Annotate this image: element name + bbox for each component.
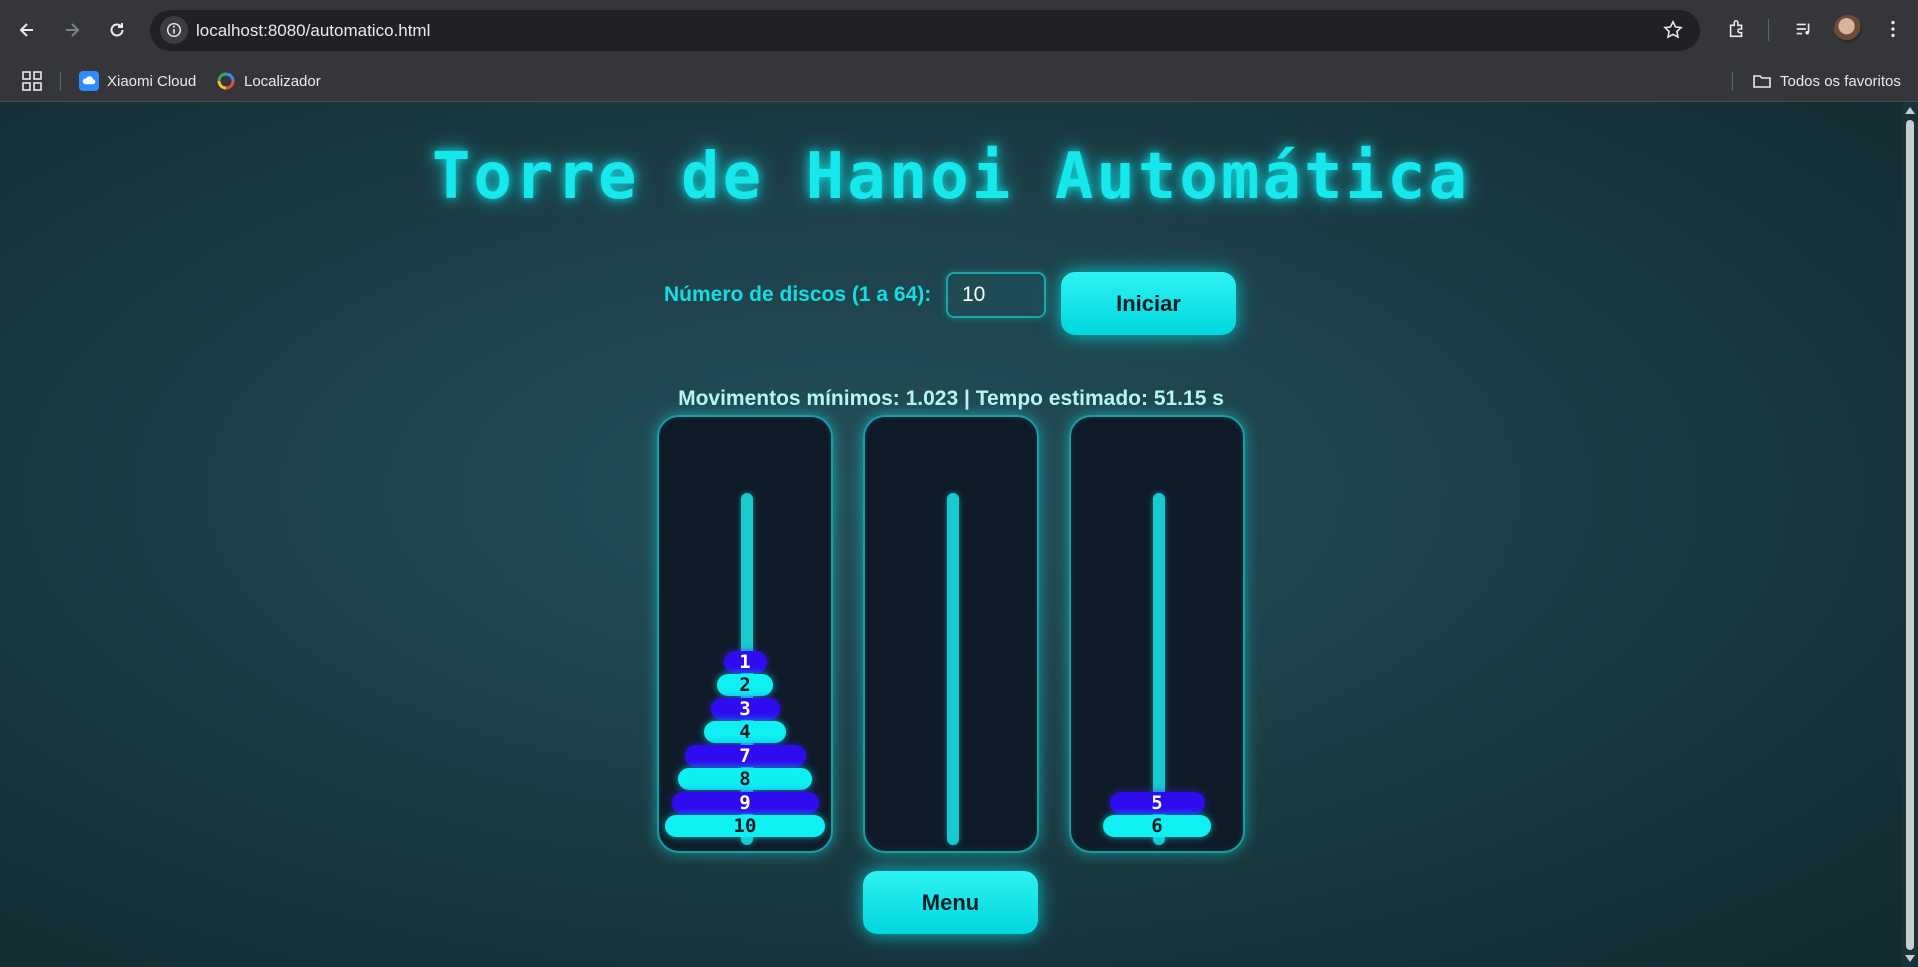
- scroll-up-arrow-icon[interactable]: [1905, 107, 1915, 114]
- back-button[interactable]: [11, 14, 43, 46]
- back-arrow-icon: [19, 23, 33, 37]
- menu-kebab-icon[interactable]: [1880, 16, 1906, 42]
- scrollbar-thumb[interactable]: [1906, 120, 1914, 950]
- bookmark-label: Localizador: [244, 72, 321, 90]
- bookmarks-bar: Xiaomi Cloud Localizador Todos os favori…: [0, 60, 1918, 102]
- disk-3: 3: [710, 697, 780, 720]
- disk-10: 10: [665, 815, 825, 837]
- disk-2: 2: [717, 674, 773, 696]
- disc-count-input[interactable]: [946, 272, 1046, 318]
- folder-icon: [1752, 71, 1772, 91]
- bookmark-star-icon[interactable]: [1662, 19, 1684, 41]
- tower-b: [863, 415, 1039, 853]
- tower-c: 56: [1069, 415, 1245, 853]
- tower-rod: [947, 493, 959, 845]
- address-bar[interactable]: localhost:8080/automatico.html: [150, 10, 1700, 51]
- bookmark-localizador[interactable]: Localizador: [216, 69, 321, 93]
- all-bookmarks-label: Todos os favoritos: [1780, 72, 1901, 90]
- forward-button[interactable]: [56, 14, 88, 46]
- profile-avatar[interactable]: [1834, 15, 1862, 43]
- forward-arrow-icon: [66, 23, 80, 37]
- disk-6: 6: [1103, 815, 1211, 837]
- reload-icon: [110, 23, 124, 37]
- disk-7: 7: [684, 744, 806, 767]
- url-text: localhost:8080/automatico.html: [196, 21, 431, 40]
- extensions-icon[interactable]: [1724, 16, 1750, 42]
- tower-a: 1 2 3 4 7 8 9 10: [657, 415, 833, 853]
- bookmark-xiaomi-cloud[interactable]: Xiaomi Cloud: [79, 69, 196, 93]
- bookmark-label: Xiaomi Cloud: [107, 72, 197, 90]
- page-title: Torre de Hanoi Automática: [431, 140, 1471, 214]
- toolbar-divider: [1768, 19, 1769, 41]
- scroll-down-arrow-icon[interactable]: [1905, 955, 1915, 962]
- page-viewport: Torre de Hanoi Automática Número de disc…: [0, 102, 1918, 967]
- disk-8: 8: [678, 768, 812, 790]
- disk-9: 9: [671, 791, 819, 814]
- browser-toolbar: localhost:8080/automatico.html: [0, 0, 1918, 60]
- cloud-icon: [79, 71, 99, 91]
- start-button[interactable]: Iniciar: [1061, 272, 1236, 335]
- media-queue-icon[interactable]: [1791, 16, 1817, 42]
- apps-grid-icon[interactable]: [22, 71, 42, 91]
- bookmarks-divider: [60, 72, 61, 91]
- bookmarks-divider: [1732, 72, 1733, 91]
- disk-5: 5: [1109, 791, 1205, 814]
- info-line: Movimentos mínimos: 1.023 | Tempo estima…: [678, 387, 1224, 410]
- disc-count-label: Número de discos (1 a 64):: [664, 283, 932, 306]
- menu-button[interactable]: Menu: [863, 871, 1038, 934]
- location-icon: [216, 71, 236, 91]
- disk-1: 1: [723, 650, 767, 673]
- all-bookmarks-folder[interactable]: Todos os favoritos: [1752, 69, 1901, 93]
- site-info-icon[interactable]: [160, 16, 188, 44]
- page-scrollbar[interactable]: [1902, 102, 1918, 967]
- disk-4: 4: [704, 721, 786, 743]
- reload-button[interactable]: [101, 14, 133, 46]
